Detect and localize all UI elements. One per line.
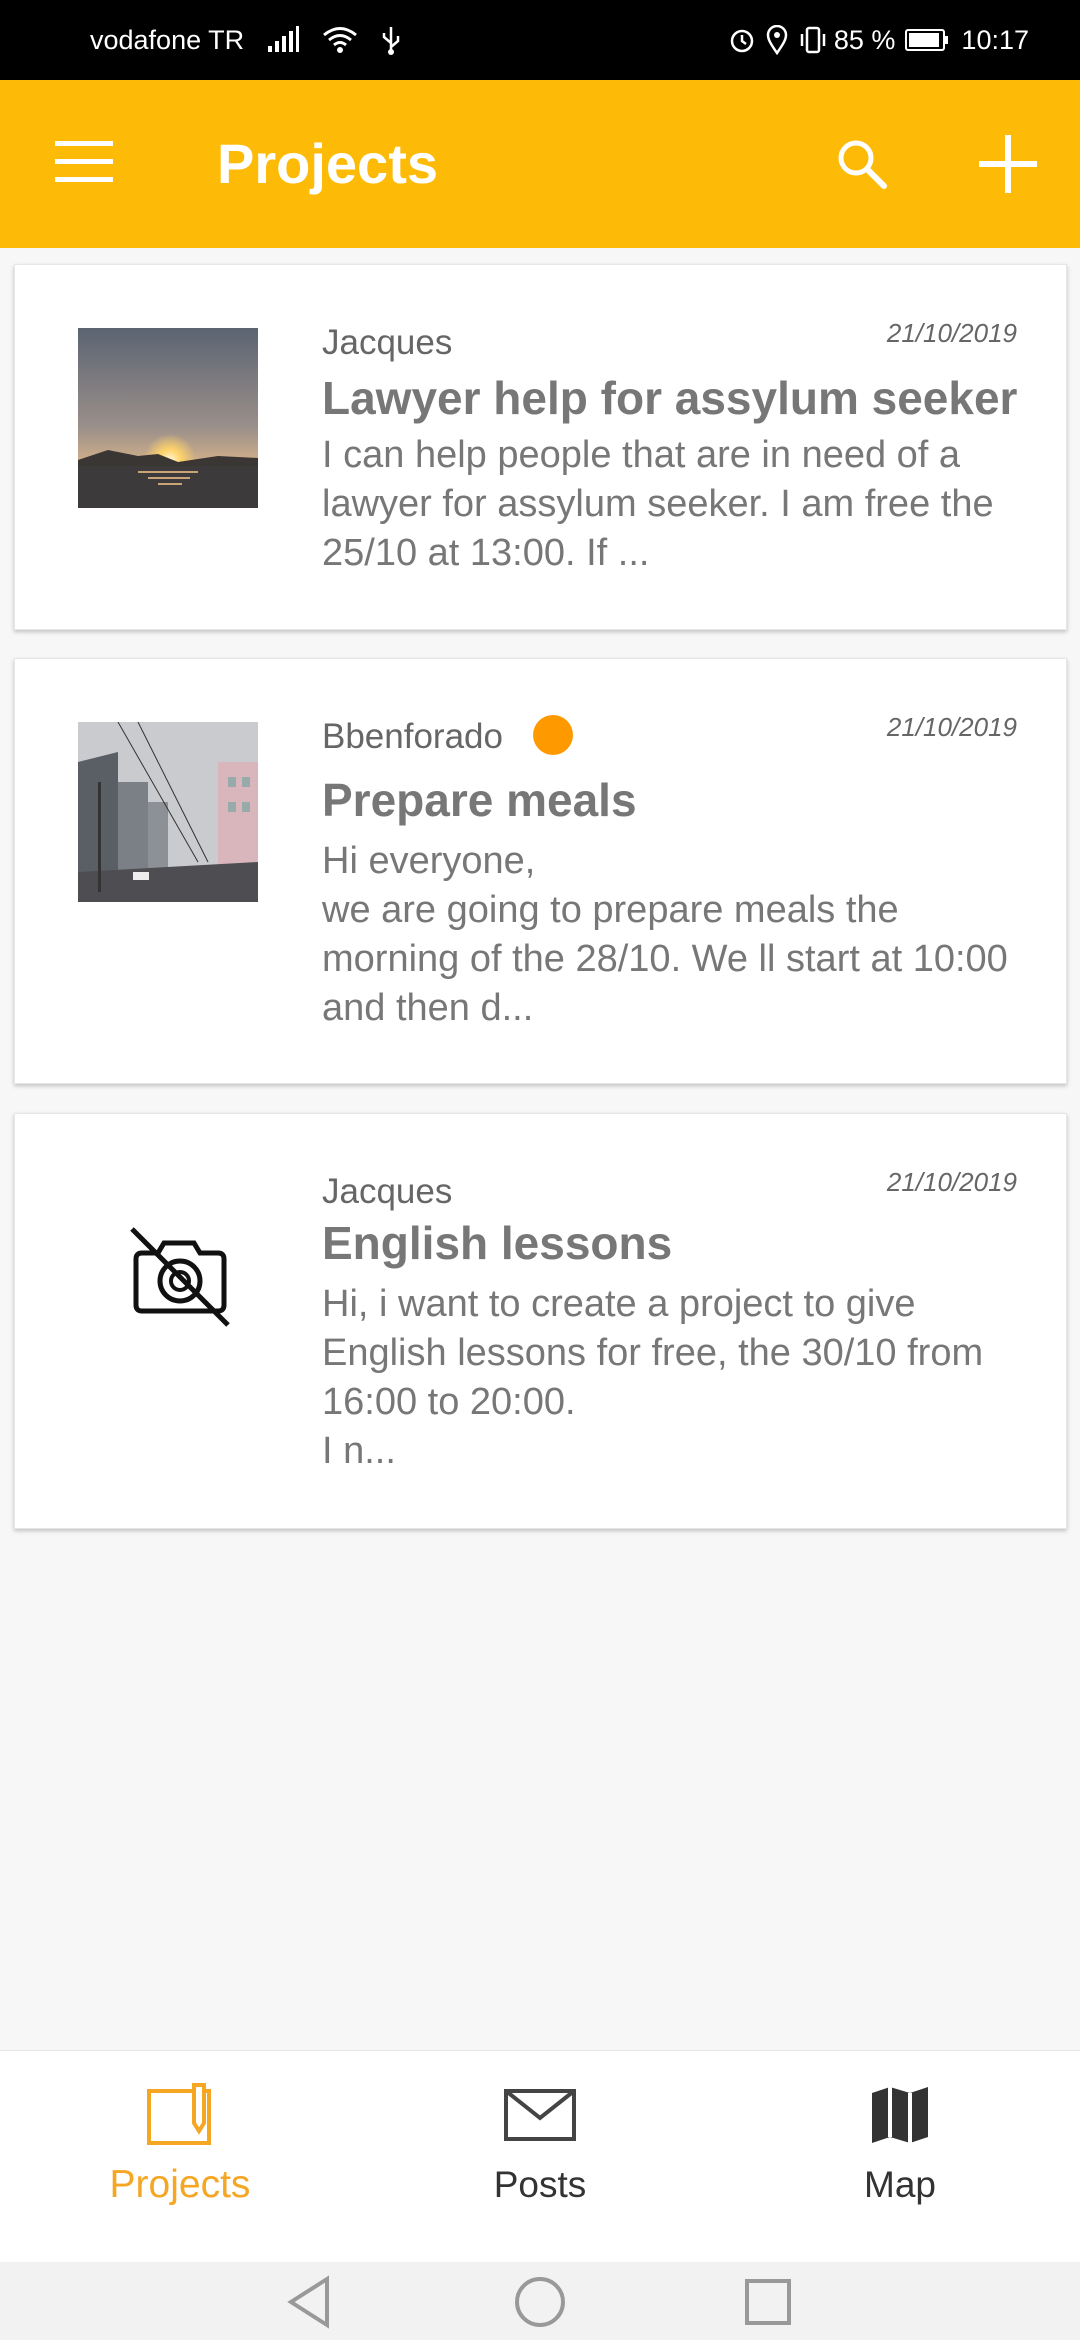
project-description: Hi everyone, we are going to prepare mea… <box>322 840 1008 1029</box>
back-button[interactable] <box>274 2274 344 2334</box>
project-card[interactable]: Bbenforado 21/10/2019 Prepare meals Hi e… <box>14 658 1067 1084</box>
project-thumbnail <box>78 722 258 902</box>
alarm-icon <box>728 26 756 54</box>
carrier-label: vodafone TR <box>90 24 245 55</box>
app-bar: Projects <box>0 80 1080 248</box>
nav-item-posts[interactable]: Posts <box>360 2051 720 2263</box>
online-status-dot <box>533 715 573 755</box>
wifi-icon <box>322 26 358 54</box>
battery-icon <box>905 28 949 52</box>
project-thumbnail <box>78 328 258 508</box>
no-photo-icon <box>105 1202 255 1352</box>
project-author: Jacques <box>322 323 453 362</box>
search-button[interactable] <box>822 126 902 206</box>
project-card[interactable]: Jacques 21/10/2019 Lawyer help for assyl… <box>14 264 1067 630</box>
battery-percent: 85 % <box>833 24 896 55</box>
project-author: Jacques <box>322 1172 453 1211</box>
map-icon <box>720 2079 1080 2151</box>
nav-label-posts: Posts <box>493 2164 587 2205</box>
page-title: Projects <box>217 132 438 195</box>
clock: 10:17 <box>961 24 1029 55</box>
project-title: English lessons <box>322 1217 673 1269</box>
search-icon <box>834 136 890 197</box>
vibrate-icon <box>798 25 828 55</box>
street-photo <box>78 722 258 902</box>
status-bar: vodafone TR 85 % 10:17 <box>0 0 1080 80</box>
project-description: Hi, i want to create a project to give E… <box>322 1283 984 1472</box>
project-date: 21/10/2019 <box>886 712 1017 742</box>
menu-icon <box>55 140 113 188</box>
project-author: Bbenforado <box>322 717 503 756</box>
project-title: Prepare meals <box>322 774 637 826</box>
signal-icon <box>266 26 300 54</box>
home-icon <box>514 2276 566 2333</box>
usb-icon <box>380 25 402 55</box>
nav-label-projects: Projects <box>109 2163 251 2206</box>
sunset-photo <box>78 328 258 508</box>
nav-item-map[interactable]: Map <box>720 2051 1080 2263</box>
add-project-button[interactable] <box>964 126 1052 206</box>
menu-button[interactable] <box>40 126 128 202</box>
nav-label-map: Map <box>864 2164 936 2205</box>
project-date: 21/10/2019 <box>886 318 1017 348</box>
system-navigation-bar <box>0 2262 1080 2340</box>
recents-button[interactable] <box>733 2274 803 2334</box>
location-icon <box>766 25 788 55</box>
project-description: I can help people that are in need of a … <box>322 434 994 574</box>
nav-item-projects[interactable]: Projects <box>0 2051 360 2263</box>
project-card[interactable]: Jacques 21/10/2019 English lessons Hi, i… <box>14 1113 1067 1529</box>
bottom-navigation: Projects Posts Map <box>0 2050 1080 2263</box>
envelope-icon <box>360 2079 720 2151</box>
project-title: Lawyer help for assylum seeker <box>322 372 1018 424</box>
projects-icon <box>0 2079 360 2151</box>
back-icon <box>285 2274 333 2334</box>
recents-icon <box>744 2278 792 2331</box>
project-date: 21/10/2019 <box>886 1167 1017 1197</box>
add-icon <box>979 134 1037 198</box>
home-button[interactable] <box>505 2274 575 2334</box>
